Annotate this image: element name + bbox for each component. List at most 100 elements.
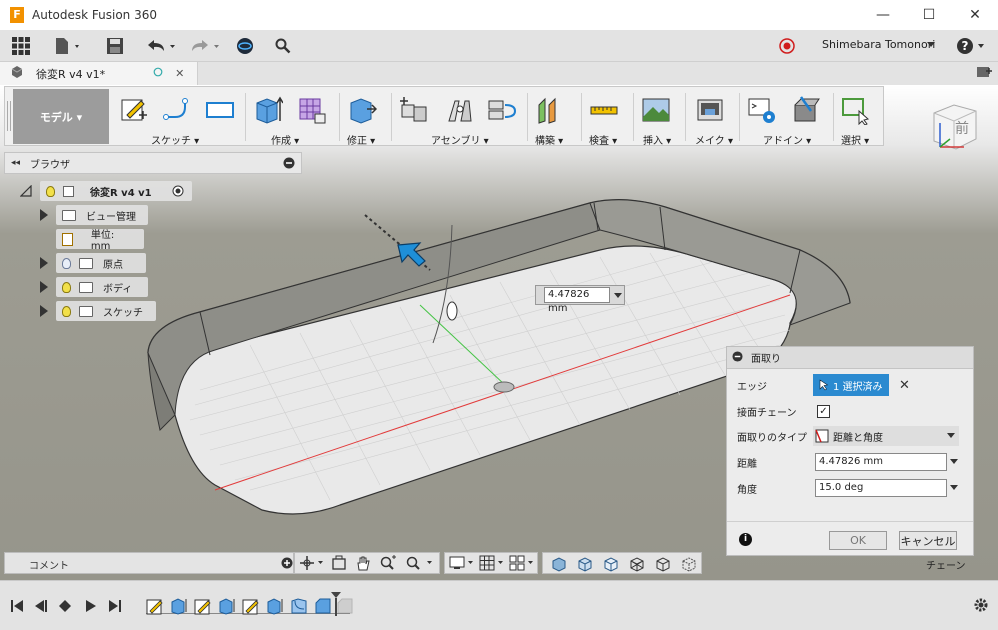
addins-menu[interactable]: アドイン ▾ xyxy=(763,132,811,147)
visibility-bulb-icon[interactable] xyxy=(46,185,55,197)
sketch-line-icon[interactable] xyxy=(163,95,193,125)
sketch-menu[interactable]: スケッチ ▾ xyxy=(151,132,199,147)
motion-link-icon[interactable] xyxy=(487,95,517,125)
browser-item-units[interactable]: 単位: mm xyxy=(56,229,144,252)
workspace-switcher-button[interactable]: モデル ▾ xyxy=(13,89,109,144)
ok-button[interactable]: OK xyxy=(829,531,887,550)
clear-selection-icon[interactable]: ✕ xyxy=(899,378,910,393)
play-back-icon[interactable] xyxy=(58,599,72,613)
go-to-start-icon[interactable] xyxy=(10,599,24,613)
create-form-icon[interactable] xyxy=(297,95,327,125)
angle-dropdown-icon[interactable] xyxy=(950,485,958,491)
press-pull-icon[interactable] xyxy=(347,95,377,125)
create-menu[interactable]: 作成 ▾ xyxy=(271,132,299,147)
expand-origin-icon[interactable] xyxy=(40,257,48,269)
hidden-edges-cube-icon[interactable] xyxy=(603,556,619,575)
edge-selection-button[interactable]: 1 選択済み xyxy=(813,374,889,396)
assemble-menu[interactable]: アセンブリ ▾ xyxy=(431,132,489,147)
construct-menu[interactable]: 構築 ▾ xyxy=(535,132,563,147)
online-status-icon[interactable] xyxy=(234,36,256,56)
look-at-icon[interactable] xyxy=(331,555,347,574)
search-icon[interactable] xyxy=(272,36,294,56)
visibility-bulb-off-icon[interactable] xyxy=(62,257,71,269)
distance-input[interactable]: 4.47826 mm xyxy=(815,453,947,471)
sketch-rectangle-icon[interactable] xyxy=(205,95,235,125)
modify-menu[interactable]: 修正 ▾ xyxy=(347,132,375,147)
minimize-button[interactable]: — xyxy=(860,0,906,30)
data-panel-grid-icon[interactable] xyxy=(10,36,32,56)
record-icon[interactable] xyxy=(776,36,798,56)
expand-bodies-icon[interactable] xyxy=(40,281,48,293)
new-component-icon[interactable] xyxy=(399,95,429,125)
step-back-icon[interactable] xyxy=(34,599,48,613)
insert-canvas-icon[interactable] xyxy=(641,95,671,125)
comment-bar[interactable]: コメント xyxy=(4,552,294,574)
user-menu-chevron-icon[interactable] xyxy=(926,38,936,52)
distance-dropdown-icon[interactable] xyxy=(950,459,958,465)
scripts-addins-icon[interactable] xyxy=(747,95,777,125)
orbit-icon[interactable] xyxy=(299,555,325,574)
tab-document[interactable]: 徐変R v4 v1* ✕ xyxy=(0,62,198,85)
distance-dimension-box[interactable]: 4.47826 mm xyxy=(535,285,625,314)
timeline-extrude-icon[interactable] xyxy=(266,597,284,615)
add-tab-icon[interactable] xyxy=(976,64,992,83)
timeline-sketch-icon[interactable] xyxy=(242,597,260,615)
info-icon[interactable]: i xyxy=(739,533,752,546)
maximize-button[interactable]: ☐ xyxy=(906,0,952,30)
pan-hand-icon[interactable] xyxy=(355,555,371,574)
dimension-dropdown-icon[interactable] xyxy=(614,289,622,302)
measure-icon[interactable] xyxy=(589,95,619,125)
chamfer-type-select[interactable]: 距離と角度 xyxy=(813,426,959,446)
view-cube[interactable]: 前 xyxy=(924,95,988,162)
toolbar-grip[interactable] xyxy=(7,101,11,131)
expand-sketches-icon[interactable] xyxy=(40,305,48,317)
extrude-icon[interactable] xyxy=(253,95,283,125)
visibility-bulb-icon[interactable] xyxy=(62,305,71,317)
visible-edges-cube-icon[interactable] xyxy=(655,556,671,575)
user-name[interactable]: Shimebara Tomonori xyxy=(822,38,935,51)
shaded-cube-icon[interactable] xyxy=(551,556,567,575)
browser-item-view-management[interactable]: ビュー管理 xyxy=(56,205,148,225)
timeline-chamfer-pending-icon[interactable] xyxy=(336,597,354,615)
zoom-icon[interactable] xyxy=(379,555,397,574)
angle-input[interactable]: 15.0 deg xyxy=(815,479,947,497)
browser-root-node[interactable]: 徐変R v4 v1 xyxy=(40,181,192,201)
visibility-bulb-icon[interactable] xyxy=(62,281,71,293)
timeline-sketch-icon[interactable] xyxy=(146,597,164,615)
timeline-extrude-icon[interactable] xyxy=(170,597,188,615)
collapse-browser-icon[interactable]: ◂◂ xyxy=(11,158,20,168)
browser-item-sketches[interactable]: スケッチ xyxy=(56,301,156,321)
cancel-button[interactable]: キャンセル xyxy=(899,531,957,550)
add-comment-icon[interactable] xyxy=(281,557,293,572)
save-icon[interactable] xyxy=(104,36,126,56)
make-menu[interactable]: メイク ▾ xyxy=(695,132,733,147)
timeline-sketch-icon[interactable] xyxy=(194,597,212,615)
collapse-dialog-icon[interactable] xyxy=(732,350,743,365)
close-button[interactable]: ✕ xyxy=(952,0,998,30)
shaded-edges-cube-icon[interactable] xyxy=(577,556,593,575)
dialog-header[interactable]: 面取り xyxy=(727,347,973,369)
outline-cube-icon[interactable] xyxy=(681,556,697,575)
app-store-icon[interactable] xyxy=(791,95,821,125)
browser-item-bodies[interactable]: ボディ xyxy=(56,277,148,297)
create-sketch-icon[interactable] xyxy=(119,95,149,125)
minimize-browser-icon[interactable] xyxy=(283,157,295,172)
tangent-chain-checkbox[interactable]: ✓ xyxy=(817,404,830,418)
timeline-extrude-icon[interactable] xyxy=(218,597,236,615)
display-settings-icon[interactable] xyxy=(449,555,477,574)
inspect-menu[interactable]: 検査 ▾ xyxy=(589,132,617,147)
select-menu[interactable]: 選択 ▾ xyxy=(841,132,869,147)
grid-settings-icon[interactable] xyxy=(479,555,507,574)
close-tab-icon[interactable]: ✕ xyxy=(175,67,184,80)
offset-plane-icon[interactable] xyxy=(535,95,565,125)
help-icon[interactable]: ? xyxy=(956,36,990,56)
browser-item-origin[interactable]: 原点 xyxy=(56,253,146,273)
distance-dimension-input[interactable]: 4.47826 mm xyxy=(544,287,610,314)
zoom-window-icon[interactable] xyxy=(405,555,437,574)
3d-print-icon[interactable] xyxy=(695,95,725,125)
viewports-icon[interactable] xyxy=(509,555,537,574)
joint-icon[interactable] xyxy=(445,95,475,125)
insert-menu[interactable]: 挿入 ▾ xyxy=(643,132,671,147)
wireframe-cube-icon[interactable] xyxy=(629,556,645,575)
undo-icon[interactable] xyxy=(144,36,178,56)
